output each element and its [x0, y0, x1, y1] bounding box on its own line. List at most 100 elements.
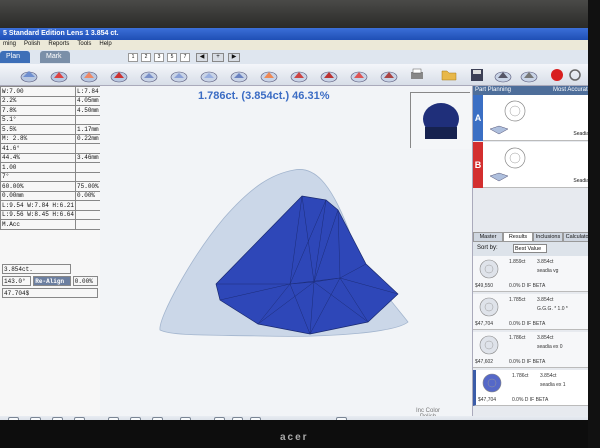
- param-cell[interactable]: 3.46mm: [75, 152, 101, 163]
- plan-card-a[interactable]: A Seadia: [473, 95, 592, 141]
- settings-icon[interactable]: [566, 67, 584, 83]
- menu-item-tools[interactable]: Tools: [77, 41, 91, 49]
- menu-item-reports[interactable]: Reports: [48, 41, 69, 49]
- gem-tool-9-icon[interactable]: [260, 67, 278, 83]
- param-cell[interactable]: M: 2.8%: [0, 133, 77, 144]
- param-cell[interactable]: 4.50mm: [75, 105, 101, 116]
- param-cell[interactable]: 75.00%: [75, 181, 101, 192]
- view-button-7[interactable]: 7: [180, 53, 190, 62]
- result-stats: 0.0% D IF BETA: [512, 397, 549, 403]
- gem-tool-6-icon[interactable]: [170, 67, 188, 83]
- tab-plan[interactable]: Plan: [0, 51, 30, 63]
- param-row: 1.00: [0, 162, 101, 173]
- view-button-5[interactable]: 5: [167, 53, 177, 62]
- gem-view-icon[interactable]: [494, 67, 512, 83]
- gem-tool-5-icon[interactable]: [140, 67, 158, 83]
- save-icon[interactable]: [468, 67, 486, 83]
- result-row[interactable]: $47,704 1.786ct 3.854ct seadia ex 1 0.0% D I…: [473, 370, 592, 406]
- param-cell[interactable]: [75, 143, 101, 154]
- result-rough-carat: 3.854ct: [537, 297, 554, 303]
- param-cell[interactable]: 1.00: [0, 162, 77, 173]
- menu-item-polish[interactable]: Polish: [24, 41, 40, 49]
- result-rough-carat: 3.854ct: [537, 335, 554, 341]
- param-cell[interactable]: M.Acc: [0, 219, 77, 230]
- results-tabs: Master Results Inclusions Calculator: [473, 232, 592, 242]
- view-button-3[interactable]: 3: [154, 53, 164, 62]
- gem-thumbnail[interactable]: [410, 92, 471, 149]
- part-planning-panel: Part Planning Most Accurate A Seadia B S…: [472, 86, 592, 428]
- param-cell[interactable]: L:7.84: [75, 86, 101, 97]
- result-price: $47,704: [478, 397, 497, 403]
- monitor-brand-logo: acer: [280, 432, 309, 443]
- param-cell[interactable]: 7°: [0, 171, 77, 182]
- gem-tool-2-icon[interactable]: [50, 67, 68, 83]
- gem-3d-viewport[interactable]: 1.786ct. (3.854ct.) 46.31% Inc Color: [100, 86, 472, 428]
- next-button[interactable]: ▶: [228, 53, 240, 62]
- param-cell[interactable]: L:9.56 W:8.45 H:6.64: [0, 209, 77, 220]
- gem-view-2-icon[interactable]: [520, 67, 538, 83]
- param-cell[interactable]: 4.05mm: [75, 95, 101, 106]
- plan-letter: A: [473, 95, 483, 141]
- tab-mark[interactable]: Mark: [40, 51, 70, 63]
- tab-results[interactable]: Results: [503, 232, 533, 242]
- gem-tool-7-icon[interactable]: [200, 67, 218, 83]
- result-row[interactable]: $47,704 1.785ct 3.854ct G.G.G. * 1.0 * 0.0% …: [473, 294, 592, 330]
- param-cell[interactable]: [75, 171, 101, 182]
- param-cell[interactable]: 60.00%: [0, 181, 77, 192]
- tabs-bar: Plan Mark 1 2 3 5 7 ◀ + ▶: [0, 50, 592, 64]
- gem-tool-3-icon[interactable]: [80, 67, 98, 83]
- tab-master[interactable]: Master: [473, 232, 503, 242]
- result-price: $47,704: [475, 321, 494, 327]
- param-cell[interactable]: 7.8%: [0, 105, 77, 116]
- folder-icon[interactable]: [440, 67, 458, 83]
- gem-tool-8-icon[interactable]: [230, 67, 248, 83]
- tab-inclusions[interactable]: Inclusions: [533, 232, 563, 242]
- accuracy-selector[interactable]: Most Accurate: [553, 87, 591, 93]
- param-cell[interactable]: W:7.00: [0, 86, 77, 97]
- view-button-1[interactable]: 1: [128, 53, 138, 62]
- param-cell[interactable]: 0.22mm: [75, 133, 101, 144]
- result-name: seadia ex 1: [540, 382, 566, 388]
- menu-item-ming[interactable]: ming: [3, 41, 16, 49]
- param-cell[interactable]: [75, 200, 101, 211]
- param-cell[interactable]: 2.2%: [0, 95, 77, 106]
- param-cell[interactable]: 5.1°: [0, 114, 77, 125]
- round-gem-icon: [504, 100, 526, 122]
- param-row: 44.4% 3.46mm: [0, 152, 101, 163]
- plan-card-b[interactable]: B Seadia: [473, 142, 592, 188]
- gem-tool-12-icon[interactable]: [350, 67, 368, 83]
- record-icon[interactable]: [548, 67, 566, 83]
- round-gem-icon: [504, 147, 526, 169]
- result-name: G.G.G. * 1.0 *: [537, 306, 568, 312]
- param-cell[interactable]: [75, 114, 101, 125]
- param-cell[interactable]: 5.5%: [0, 124, 77, 135]
- menu-item-help[interactable]: Help: [99, 41, 111, 49]
- print-icon[interactable]: [408, 67, 426, 83]
- gem-tool-1-icon[interactable]: [20, 67, 38, 83]
- gem-tool-13-icon[interactable]: [380, 67, 398, 83]
- realign-button[interactable]: Re-Align: [33, 276, 71, 286]
- param-cell[interactable]: 44.4%: [0, 152, 77, 163]
- result-gem-icon: [479, 335, 499, 355]
- result-carat: 1.786ct: [512, 373, 529, 379]
- window-title: 5 Standard Edition Lens 1 3.854 ct.: [0, 28, 592, 40]
- param-cell[interactable]: 0.00mm: [0, 190, 77, 201]
- param-cell[interactable]: [75, 162, 101, 173]
- param-cell[interactable]: [75, 209, 101, 220]
- add-button[interactable]: +: [212, 53, 224, 62]
- gem-tool-4-icon[interactable]: [110, 67, 128, 83]
- param-cell[interactable]: [75, 219, 101, 230]
- result-row[interactable]: $49,550 1.859ct 3.854ct seadia vg 0.0% D IF …: [473, 256, 592, 292]
- param-cell[interactable]: 41.6°: [0, 143, 77, 154]
- result-name: seadia ex 0: [537, 344, 563, 350]
- param-cell[interactable]: L:9.54 W:7.84 H:6.21: [0, 200, 77, 211]
- bezel-right: [588, 0, 600, 448]
- gem-tool-10-icon[interactable]: [290, 67, 308, 83]
- sort-select[interactable]: Best Value: [513, 244, 547, 253]
- param-cell[interactable]: 0.00%: [75, 190, 101, 201]
- gem-tool-11-icon[interactable]: [320, 67, 338, 83]
- param-cell[interactable]: 1.17mm: [75, 124, 101, 135]
- result-row[interactable]: $47,602 1.786ct 3.854ct seadia ex 0 0.0% D I…: [473, 332, 592, 368]
- view-button-2[interactable]: 2: [141, 53, 151, 62]
- prev-button[interactable]: ◀: [196, 53, 208, 62]
